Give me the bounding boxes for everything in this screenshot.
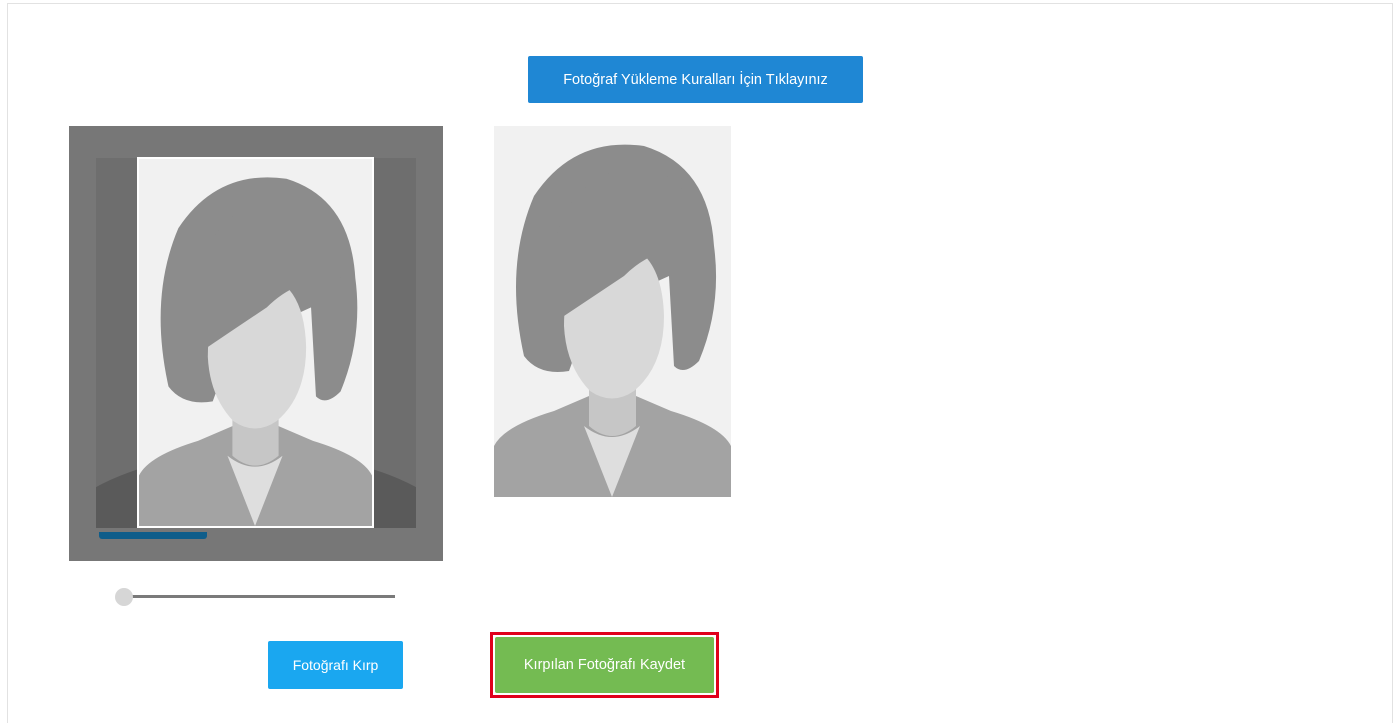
crop-progress-indicator: [99, 532, 207, 539]
zoom-slider-track[interactable]: [125, 595, 395, 598]
save-cropped-photo-button[interactable]: Kırpılan Fotoğrafı Kaydet: [495, 637, 714, 693]
photo-cropper[interactable]: [69, 126, 443, 561]
female-avatar-placeholder-icon: [139, 159, 372, 526]
female-avatar-placeholder-icon: [494, 126, 731, 497]
zoom-slider-thumb[interactable]: [115, 588, 133, 606]
upload-rules-button[interactable]: Fotoğraf Yükleme Kuralları İçin Tıklayın…: [528, 56, 863, 103]
cropped-photo-preview: [494, 126, 731, 497]
zoom-slider[interactable]: [115, 588, 397, 608]
crop-selection-box[interactable]: [137, 157, 374, 528]
crop-photo-button[interactable]: Fotoğrafı Kırp: [268, 641, 403, 689]
